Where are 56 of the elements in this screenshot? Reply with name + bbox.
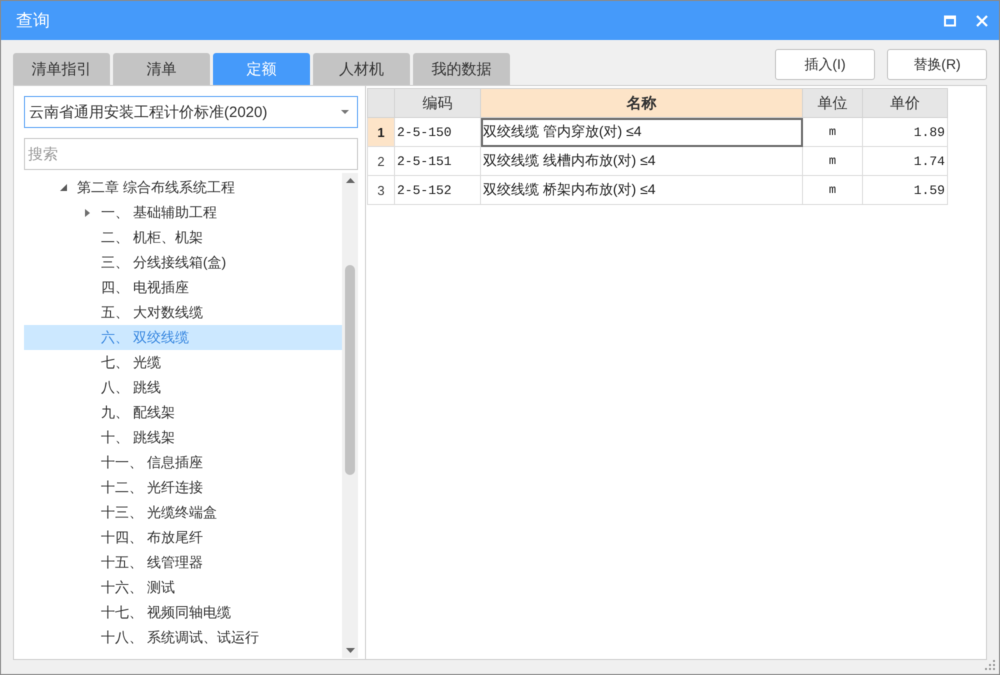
row-number-cell[interactable]: 1 <box>368 118 394 146</box>
caret-icon <box>341 110 349 114</box>
price-cell: 1.89 <box>862 118 948 146</box>
tab[interactable]: 清单指引 <box>13 53 110 85</box>
tree-item[interactable]: 十七、 视频同轴电缆 <box>24 600 342 625</box>
row-number-cell[interactable]: 3 <box>368 176 394 204</box>
tree-item[interactable]: 二、 机柜、机架 <box>24 225 342 250</box>
collapsed-arrow-icon[interactable] <box>84 208 90 216</box>
tree-item[interactable]: 四、 电视插座 <box>24 275 342 300</box>
tree-item[interactable]: 三、 分线接线箱(盒) <box>24 250 342 275</box>
column-header[interactable]: 单位 <box>802 88 862 118</box>
tree-item[interactable]: 一、 基础辅助工程 <box>24 200 342 225</box>
resize-grip-icon[interactable] <box>985 660 995 670</box>
tree-item[interactable]: 十二、 光纤连接 <box>24 475 342 500</box>
tree-item[interactable]: 八、 跳线 <box>24 375 342 400</box>
name-cell: 双绞线缆 管内穿放(对) ≤4 <box>480 118 802 146</box>
tree-item[interactable]: 十四、 布放尾纤 <box>24 525 342 550</box>
code-cell: 2-5-152 <box>394 176 480 204</box>
action-button[interactable]: 替换(R) <box>887 49 987 80</box>
tree-item[interactable]: 十三、 光缆终端盒 <box>24 500 342 525</box>
action-button[interactable]: 插入(I) <box>775 49 875 80</box>
name-cell: 双绞线缆 桥架内布放(对) ≤4 <box>480 176 802 204</box>
tab[interactable]: 清单 <box>113 53 210 85</box>
tree-item[interactable]: 十一、 信息插座 <box>24 450 342 475</box>
scroll-down-arrow-icon[interactable] <box>346 648 354 653</box>
expanded-triangle-icon[interactable] <box>60 184 66 191</box>
price-cell: 1.74 <box>862 146 948 176</box>
standard-dropdown[interactable]: 云南省通用安装工程计价标准(2020) <box>24 96 358 128</box>
unit-cell: m <box>802 118 862 146</box>
price-cell: 1.59 <box>862 176 948 204</box>
tree-item[interactable]: 九、 配线架 <box>24 400 342 425</box>
unit-cell: m <box>802 176 862 204</box>
tree-item[interactable]: 五、 大对数线缆 <box>24 300 342 325</box>
column-header[interactable]: 单价 <box>862 88 948 118</box>
scroll-up-arrow-icon[interactable] <box>346 178 354 183</box>
tree-item[interactable]: 十五、 线管理器 <box>24 550 342 575</box>
tree-item[interactable]: 十六、 测试 <box>24 575 342 600</box>
column-header[interactable]: 名称 <box>480 88 802 118</box>
maximize-icon[interactable] <box>944 14 956 26</box>
column-header[interactable]: 编码 <box>394 88 480 118</box>
tab[interactable]: 我的数据 <box>413 53 510 85</box>
tab[interactable]: 人材机 <box>313 53 410 85</box>
tree-item[interactable]: 十、 跳线架 <box>24 425 342 450</box>
name-cell: 双绞线缆 线槽内布放(对) ≤4 <box>480 146 802 176</box>
tree-item[interactable]: 第二章 综合布线系统工程 <box>24 175 342 200</box>
tree-item[interactable]: 七、 光缆 <box>24 350 342 375</box>
unit-cell: m <box>802 146 862 176</box>
row-number-cell[interactable]: 2 <box>368 146 394 176</box>
tree-item[interactable]: 十八、 系统调试、试运行 <box>24 625 342 650</box>
window-title: 查询 <box>16 10 51 32</box>
scroll-thumb[interactable] <box>345 265 355 475</box>
close-icon[interactable] <box>976 14 988 26</box>
code-cell: 2-5-150 <box>394 118 480 146</box>
scrollbar[interactable] <box>342 173 358 658</box>
search-field[interactable]: 搜索 <box>24 138 358 170</box>
code-cell: 2-5-151 <box>394 146 480 176</box>
